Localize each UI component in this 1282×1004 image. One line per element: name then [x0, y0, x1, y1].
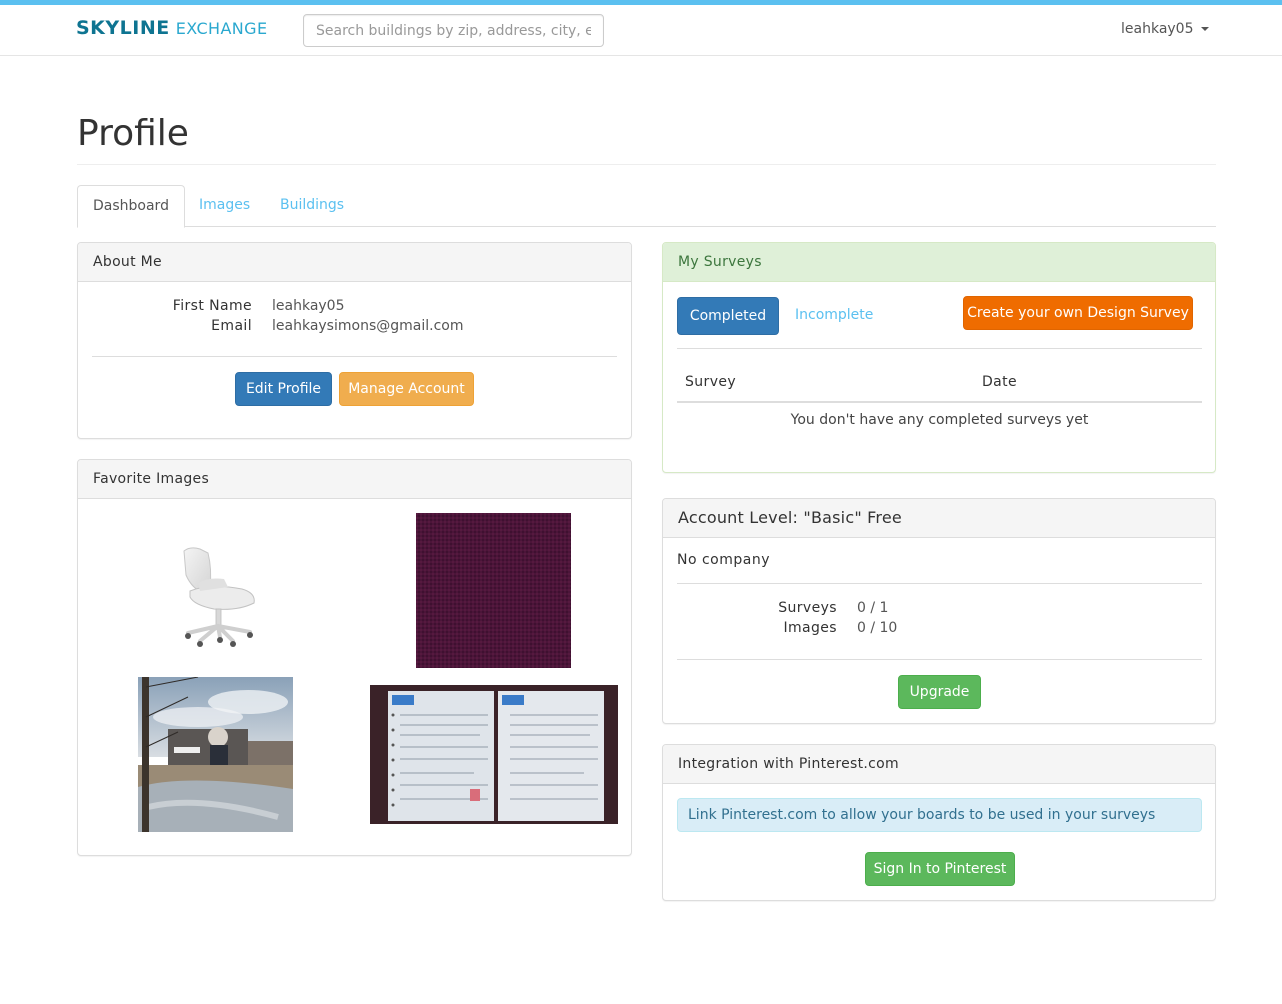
email-label: Email [211, 318, 252, 334]
brand-primary: SKYLINE [76, 17, 170, 39]
caret-down-icon [1200, 27, 1209, 31]
fabric-image [416, 513, 571, 668]
pinterest-heading: Integration with Pinterest.com [663, 745, 1215, 784]
documents-image [370, 685, 618, 824]
manage-account-button[interactable]: Manage Account [339, 372, 474, 406]
account-divider-bottom [677, 659, 1202, 660]
tab-images[interactable]: Images [184, 185, 265, 227]
title-divider [77, 164, 1216, 165]
completed-tab-button[interactable]: Completed [677, 297, 779, 335]
date-column-header: Date [982, 374, 1018, 390]
brand-logo[interactable]: SKYLINE EXCHANGE [76, 17, 267, 41]
create-design-survey-button[interactable]: Create your own Design Survey [963, 296, 1193, 330]
favorite-images-heading: Favorite Images [78, 460, 631, 499]
about-me-heading: About Me [78, 243, 631, 282]
account-divider-top [677, 583, 1202, 584]
incomplete-tab-link[interactable]: Incomplete [795, 307, 873, 323]
first-name-label: First Name [172, 298, 252, 314]
tab-buildings[interactable]: Buildings [265, 185, 359, 227]
about-me-panel: About Me First Name leahkay05 Email leah… [77, 242, 632, 439]
brand-secondary: EXCHANGE [175, 19, 268, 38]
first-name-value: leahkay05 [272, 298, 345, 314]
favorite-images-panel: Favorite Images [77, 459, 632, 856]
search-input[interactable] [303, 14, 604, 47]
pinterest-panel: Integration with Pinterest.com Link Pint… [662, 744, 1216, 901]
surveys-divider [677, 348, 1202, 349]
edit-profile-button[interactable]: Edit Profile [235, 372, 332, 406]
page-title: Profile [77, 113, 189, 154]
favorite-image-mural[interactable] [138, 677, 293, 832]
navbar: SKYLINE EXCHANGE leahkay05 [0, 5, 1282, 56]
username: leahkay05 [1121, 21, 1194, 37]
chair-image [183, 547, 255, 647]
sign-in-pinterest-button[interactable]: Sign In to Pinterest [865, 852, 1015, 886]
my-surveys-panel: My Surveys Completed Incomplete Create y… [662, 242, 1216, 473]
table-header-rule [677, 401, 1202, 403]
favorite-image-fabric[interactable] [416, 513, 571, 668]
mural-image [138, 677, 293, 832]
company-text: No company [677, 552, 771, 568]
empty-surveys-message: You don't have any completed surveys yet [790, 412, 1089, 428]
account-level-panel: Account Level: "Basic" Free No company S… [662, 498, 1216, 724]
images-usage-value: 0 / 10 [857, 620, 898, 636]
profile-tabs: Dashboard Images Buildings [77, 185, 1216, 228]
account-level-heading: Account Level: "Basic" Free [663, 499, 1215, 538]
pinterest-info-alert: Link Pinterest.com to allow your boards … [677, 798, 1202, 832]
about-me-divider [92, 356, 617, 357]
surveys-usage-label: Surveys [778, 600, 837, 616]
favorite-image-documents[interactable] [370, 685, 618, 824]
survey-column-header: Survey [685, 374, 737, 390]
tab-dashboard[interactable]: Dashboard [77, 185, 185, 228]
images-usage-label: Images [783, 620, 837, 636]
upgrade-button[interactable]: Upgrade [898, 675, 981, 709]
user-menu[interactable]: leahkay05 [1121, 21, 1209, 37]
email-value: leahkaysimons@gmail.com [272, 318, 464, 334]
my-surveys-heading: My Surveys [663, 243, 1215, 282]
favorite-image-chair[interactable] [138, 513, 293, 668]
surveys-usage-value: 0 / 1 [857, 600, 889, 616]
